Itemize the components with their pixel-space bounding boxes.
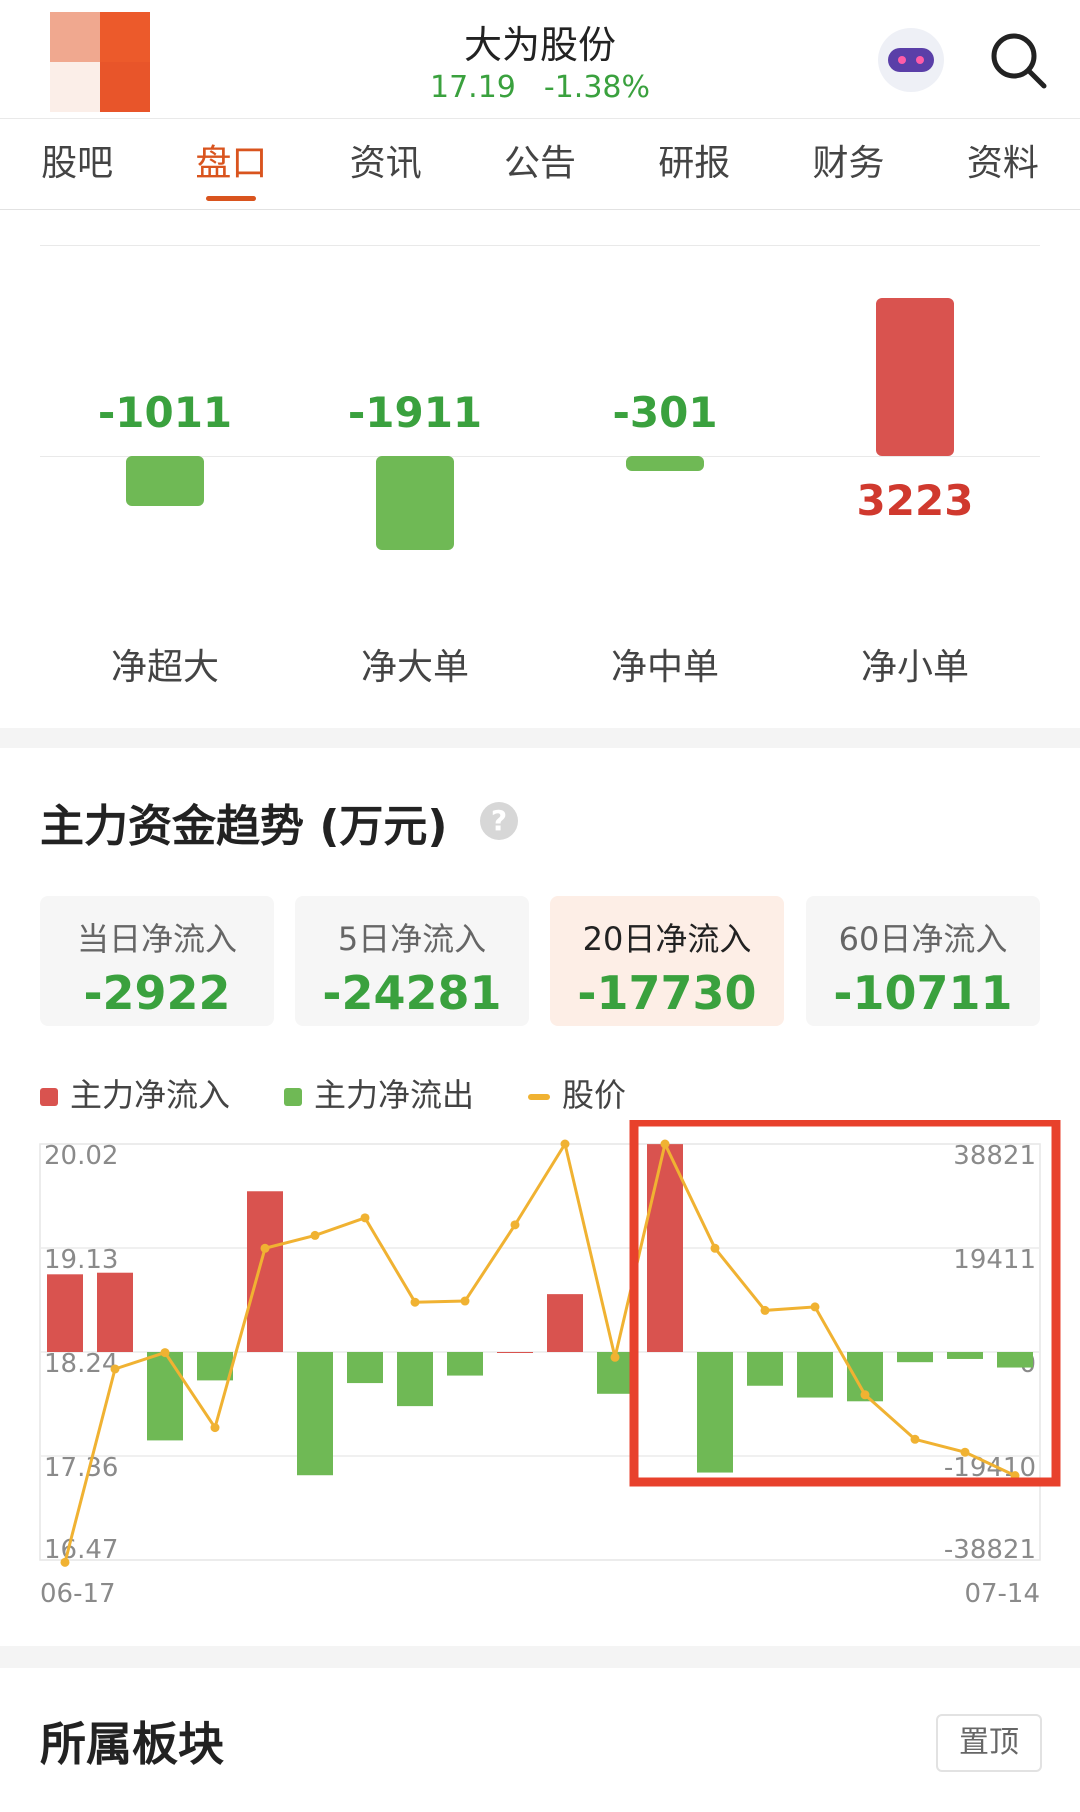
section-separator (0, 1646, 1080, 1668)
tab-5[interactable]: 财务 (779, 119, 919, 209)
left-axis-tick: 17.36 (44, 1453, 118, 1483)
period-label: 5日净流入 (337, 920, 487, 958)
price-point-12 (660, 1139, 670, 1149)
sector-title: 所属板块 (40, 1717, 224, 1771)
period-label: 当日净流入 (76, 920, 237, 958)
net-flow-value-1: -1911 (347, 388, 483, 437)
period-card-0[interactable]: 当日净流入 -2922 (40, 896, 274, 1026)
period-label: 60日净流入 (838, 920, 1008, 958)
price-point-8 (460, 1296, 470, 1306)
stock-quote: 17.19 -1.38% (340, 70, 740, 105)
price-point-6 (360, 1213, 370, 1223)
price-point-4 (260, 1243, 270, 1253)
x-axis-start-label: 06-17 (40, 1579, 116, 1609)
price-point-16 (860, 1390, 870, 1400)
flow-bar-14 (747, 1352, 783, 1386)
flow-bar-18 (947, 1352, 983, 1359)
left-axis-tick: 16.47 (44, 1535, 118, 1565)
price-point-17 (910, 1434, 920, 1444)
top-divider (40, 245, 1040, 246)
net-flow-bar-2 (626, 456, 704, 471)
net-flow-panel: -1011 净超大 -1911 净大单 -301 净中单 3223 净小单 (0, 210, 1080, 730)
tab-4[interactable]: 研报 (624, 119, 764, 209)
net-flow-label-1: 净大单 (360, 647, 469, 688)
flow-bar-17 (897, 1352, 933, 1363)
net-flow-label-2: 净中单 (610, 647, 719, 688)
tab-2[interactable]: 资讯 (316, 119, 456, 209)
flow-bar-0 (47, 1274, 83, 1352)
search-icon[interactable] (986, 28, 1050, 92)
tab-0[interactable]: 股吧 (7, 119, 147, 209)
stock-price: 17.19 (429, 70, 516, 105)
net-flow-value-0: -1011 (97, 388, 233, 437)
flow-bar-6 (347, 1352, 383, 1384)
flow-bar-7 (397, 1352, 433, 1407)
price-point-11 (610, 1352, 620, 1362)
legend-inflow: 主力净流入 (40, 1070, 230, 1116)
net-flow-bar-1 (376, 456, 454, 550)
flow-bar-13 (697, 1352, 733, 1473)
flow-bar-5 (297, 1352, 333, 1476)
period-value: -17730 (577, 966, 757, 1020)
price-point-15 (810, 1302, 820, 1312)
flow-bar-10 (547, 1294, 583, 1352)
price-point-5 (310, 1230, 320, 1240)
flow-bar-19 (997, 1352, 1033, 1368)
period-card-1[interactable]: 5日净流入 -24281 (295, 896, 529, 1026)
price-point-0 (60, 1557, 70, 1567)
price-point-9 (510, 1220, 520, 1230)
flow-bar-9 (497, 1352, 533, 1353)
flow-bar-3 (197, 1352, 233, 1381)
x-axis-end-label: 07-14 (964, 1579, 1040, 1609)
left-axis-tick: 18.24 (44, 1349, 118, 1379)
price-point-14 (760, 1305, 770, 1315)
tab-6[interactable]: 资料 (933, 119, 1073, 209)
net-flow-value-3: 3223 (856, 476, 974, 525)
left-axis-tick: 20.02 (44, 1141, 118, 1171)
flow-bar-15 (797, 1352, 833, 1398)
price-point-3 (210, 1423, 220, 1433)
flow-bar-8 (447, 1352, 483, 1376)
price-point-7 (410, 1297, 420, 1307)
stock-name: 大为股份 (463, 23, 616, 67)
period-value: -10711 (833, 966, 1013, 1020)
period-value: -24281 (322, 966, 502, 1020)
left-axis-tick: 19.13 (44, 1245, 118, 1275)
app-logo[interactable] (50, 12, 150, 112)
right-axis-tick: -38821 (944, 1535, 1036, 1565)
period-value: -2922 (83, 966, 231, 1020)
legend-price: 股价 (528, 1070, 626, 1116)
help-icon[interactable]: ? (480, 802, 518, 840)
price-point-10 (560, 1139, 570, 1149)
price-point-18 (960, 1447, 970, 1457)
price-point-2 (160, 1348, 170, 1358)
net-flow-bar-0 (126, 456, 204, 506)
right-axis-tick: 38821 (953, 1141, 1036, 1171)
right-axis-tick: 19411 (953, 1245, 1036, 1275)
flow-bar-2 (147, 1352, 183, 1441)
legend-outflow: 主力净流出 (284, 1070, 474, 1116)
period-label: 20日净流入 (582, 920, 752, 958)
period-card-2[interactable]: 20日净流入 -17730 (550, 896, 784, 1026)
net-flow-label-0: 净超大 (110, 647, 219, 688)
flow-bar-4 (247, 1191, 283, 1352)
tab-1[interactable]: 盘口 (161, 119, 301, 209)
net-flow-label-3: 净小单 (860, 647, 969, 688)
flow-bar-1 (97, 1272, 133, 1352)
net-flow-value-2: -301 (612, 388, 718, 437)
assistant-robot-icon[interactable] (878, 28, 944, 92)
price-point-1 (110, 1364, 120, 1374)
price-point-13 (710, 1243, 720, 1253)
flow-bar-12 (647, 1144, 683, 1352)
section-separator (0, 728, 1080, 748)
tab-3[interactable]: 公告 (470, 119, 610, 209)
period-card-3[interactable]: 60日净流入 -10711 (806, 896, 1040, 1026)
fund-trend-chart[interactable]: 20.0219.1318.2417.3616.4738821194110-194… (0, 1120, 1080, 1620)
stock-change-pct: -1.38% (543, 70, 651, 105)
tab-bar: 股吧 盘口 资讯 公告 研报 财务 资料 (0, 118, 1080, 210)
pin-top-button[interactable]: 置顶 (936, 1714, 1042, 1772)
trend-title: 主力资金趋势 (万元) (40, 801, 448, 852)
net-flow-bar-3 (876, 298, 954, 456)
